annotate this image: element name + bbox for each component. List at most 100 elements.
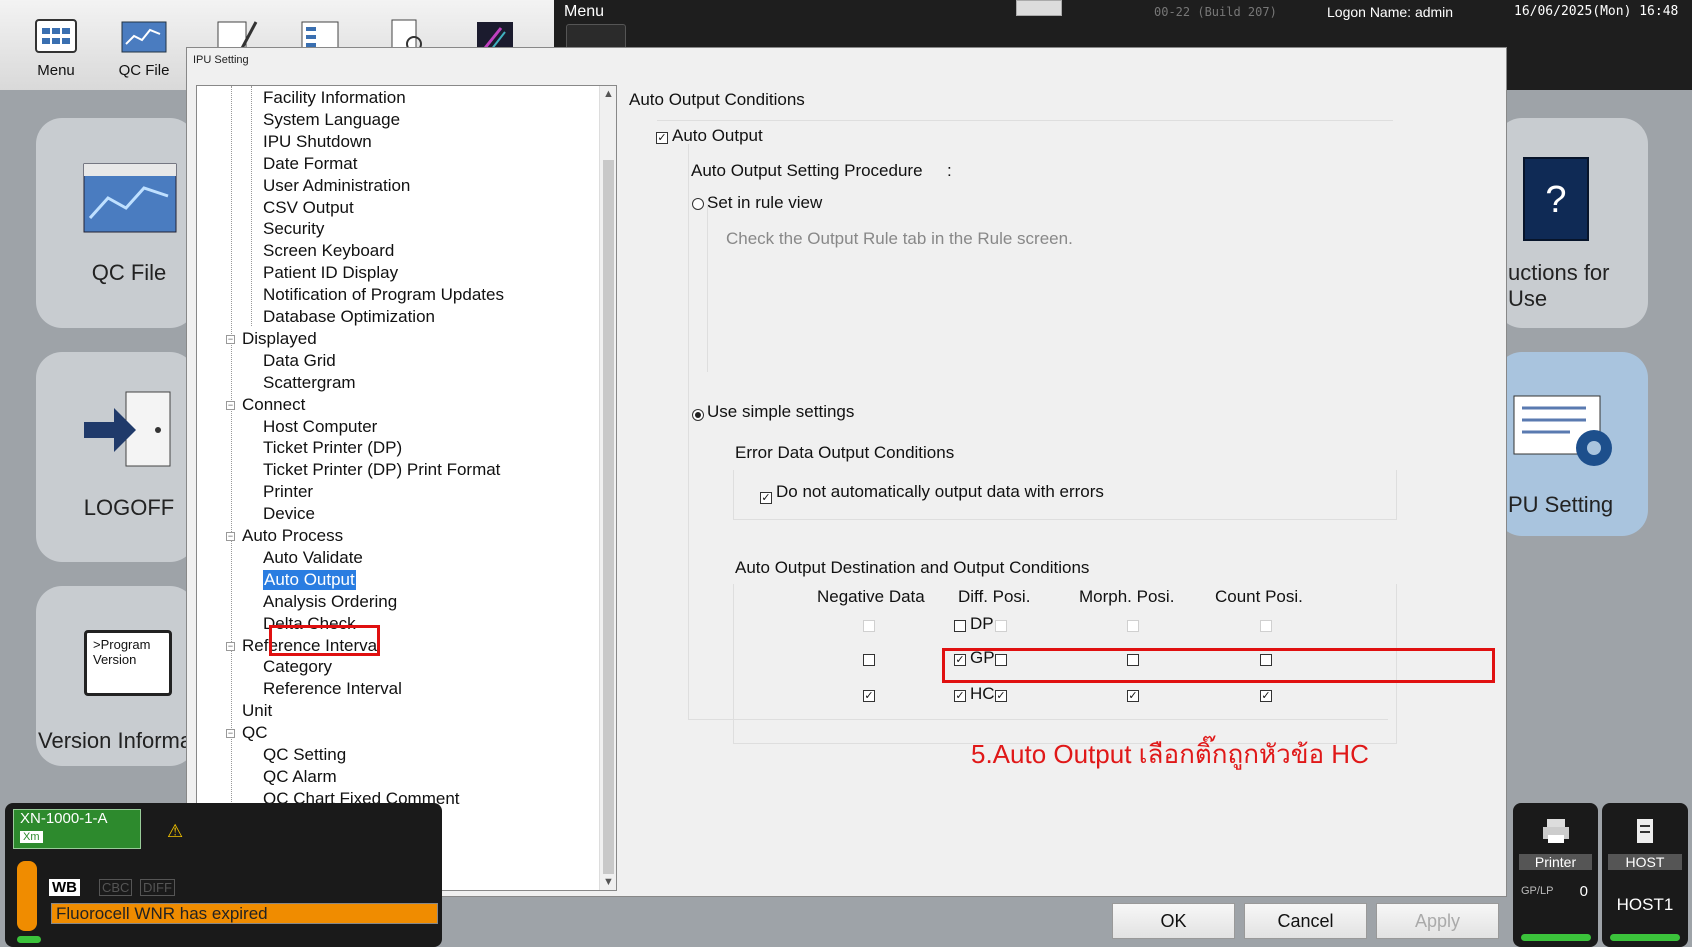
tree-item[interactable]: Data Grid xyxy=(263,351,336,371)
selection-highlight-box xyxy=(269,625,380,656)
auto-output-label: Auto Output xyxy=(672,126,763,145)
tree-item[interactable]: Category xyxy=(263,657,332,677)
tree-item[interactable]: QC Setting xyxy=(263,745,346,765)
rule-view-hint: Check the Output Rule tab in the Rule sc… xyxy=(726,229,1073,248)
wb-mode-badge: WB xyxy=(49,879,80,896)
tree-item[interactable]: Ticket Printer (DP) Print Format xyxy=(263,460,500,480)
no-error-output-checkbox[interactable]: ✓ xyxy=(760,492,772,504)
row-dp-col-0-checkbox[interactable] xyxy=(863,620,875,632)
panel-heading: Auto Output Conditions xyxy=(629,90,805,109)
collapse-icon[interactable]: − xyxy=(226,729,235,739)
qc-file-tile[interactable]: QC File xyxy=(36,118,196,328)
host-label: HOST xyxy=(1608,854,1682,870)
dialog-title: IPU Setting xyxy=(193,54,249,66)
qc-file-button[interactable]: QC File xyxy=(104,8,184,84)
warning-icon[interactable]: ⚠ xyxy=(167,821,183,842)
printer-status[interactable]: Printer GP/LP 0 xyxy=(1513,803,1598,947)
tree-item[interactable]: IPU Shutdown xyxy=(263,132,372,152)
tree-item[interactable]: QC xyxy=(242,723,268,743)
tree-item[interactable]: Scattergram xyxy=(263,373,356,393)
collapse-icon[interactable]: − xyxy=(226,400,235,410)
auto-output-checkbox[interactable]: ✓ xyxy=(656,132,668,144)
tree-item[interactable]: Patient ID Display xyxy=(263,263,398,283)
host-status[interactable]: HOST HOST1 xyxy=(1602,803,1688,947)
row-hc-col-2-checkbox[interactable]: ✓ xyxy=(1127,690,1139,702)
tree-item[interactable]: Auto Validate xyxy=(263,548,363,568)
svg-text:?: ? xyxy=(1545,179,1566,221)
simple-settings-radio[interactable] xyxy=(692,409,704,421)
tree-item[interactable]: Facility Information xyxy=(263,88,406,108)
rule-view-radio[interactable] xyxy=(692,198,704,210)
tree-item[interactable]: Auto Output xyxy=(263,569,356,590)
simple-settings-label: Use simple settings xyxy=(707,402,855,421)
host-server-icon xyxy=(1637,819,1653,843)
tree-item[interactable]: User Administration xyxy=(263,176,410,196)
tree-item[interactable]: Screen Keyboard xyxy=(263,241,394,261)
annotation-text: 5.Auto Output เลือกติ๊กถูกหัวข้อ HC xyxy=(971,739,1369,769)
menu-button[interactable]: Menu xyxy=(16,8,96,84)
row-label: DP xyxy=(970,614,994,633)
ipu-setting-tile[interactable]: PU Setting xyxy=(1496,352,1648,536)
chart-icon xyxy=(120,16,168,56)
tree-item[interactable]: Notification of Program Updates xyxy=(263,285,504,305)
scrollbar-thumb[interactable] xyxy=(603,160,614,874)
row-dp-col-1-checkbox[interactable] xyxy=(995,620,1007,632)
instructions-tile[interactable]: ? uctions for Use xyxy=(1496,118,1648,328)
tree-item[interactable]: Reference Interval xyxy=(263,679,402,699)
row-hc-col-0-checkbox[interactable]: ✓ xyxy=(863,690,875,702)
tree-item[interactable]: Auto Process xyxy=(242,526,343,546)
tree-item[interactable]: CSV Output xyxy=(263,198,354,218)
window-control-icon[interactable] xyxy=(1016,0,1062,16)
analyzer-badge[interactable]: XN-1000-1-A Xm xyxy=(13,809,141,849)
collapse-icon[interactable]: − xyxy=(226,334,235,344)
tree-item[interactable]: Database Optimization xyxy=(263,307,435,327)
col-negative-data: Negative Data xyxy=(817,587,925,606)
collapse-icon[interactable]: − xyxy=(226,641,235,651)
tree-item[interactable]: Connect xyxy=(242,395,305,415)
no-error-output-label: Do not automatically output data with er… xyxy=(776,482,1104,501)
chart-icon xyxy=(83,163,177,233)
tree-item[interactable]: Displayed xyxy=(242,329,317,349)
error-group-label: Error Data Output Conditions xyxy=(735,443,955,462)
row-dp-col-3-checkbox[interactable] xyxy=(1260,620,1272,632)
scroll-down-icon[interactable]: ▼ xyxy=(603,876,614,888)
tree-item[interactable]: Ticket Printer (DP) xyxy=(263,438,402,458)
tree-item[interactable]: Device xyxy=(263,504,315,524)
row-dp-checkbox[interactable] xyxy=(954,620,966,632)
row-gp-col-0-checkbox[interactable] xyxy=(863,654,875,666)
analyzer-sub: Xm xyxy=(20,831,43,843)
analyzer-status-panel[interactable]: XN-1000-1-A Xm ⚠ WB CBC DIFF Fluorocell … xyxy=(5,803,442,947)
tree-item[interactable]: Unit xyxy=(242,701,272,721)
menu-bar-title: Menu xyxy=(564,3,605,20)
version-info-tile[interactable]: >Program Version Version Informa xyxy=(36,586,196,766)
settings-gear-icon xyxy=(1513,395,1612,466)
tree-scrollbar[interactable]: ▲ ▼ xyxy=(599,86,616,890)
row-dp-col-2-checkbox[interactable] xyxy=(1127,620,1139,632)
row-label: HC xyxy=(970,684,995,703)
program-version-icon: >Program Version xyxy=(84,630,172,696)
tree-item[interactable]: Analysis Ordering xyxy=(263,592,397,612)
row-hc-col-3-checkbox[interactable]: ✓ xyxy=(1260,690,1272,702)
auto-output-panel: Auto Output Conditions ✓ Auto Output Aut… xyxy=(629,86,1497,798)
row-hc-col-1-checkbox[interactable]: ✓ xyxy=(995,690,1007,702)
row-hc-checkbox[interactable]: ✓ xyxy=(954,690,966,702)
tree-item[interactable]: Date Format xyxy=(263,154,357,174)
apply-button[interactable]: Apply xyxy=(1376,903,1499,939)
ok-button[interactable]: OK xyxy=(1112,903,1235,939)
settings-tree[interactable]: Facility Information System Language IPU S… xyxy=(196,85,617,891)
logoff-tile[interactable]: LOGOFF xyxy=(36,352,196,562)
collapse-icon[interactable]: − xyxy=(226,532,235,541)
tree-item[interactable]: Host Computer xyxy=(263,417,377,437)
printer-led xyxy=(1521,934,1591,941)
cancel-button[interactable]: Cancel xyxy=(1244,903,1367,939)
tree-item[interactable]: Printer xyxy=(263,482,313,502)
scroll-up-icon[interactable]: ▲ xyxy=(603,88,614,100)
printer-label: Printer xyxy=(1519,854,1592,870)
instructions-tile-label: uctions for Use xyxy=(1508,260,1610,311)
tree-item[interactable]: System Language xyxy=(263,110,400,130)
tree-item[interactable]: Security xyxy=(263,219,324,239)
divider xyxy=(657,120,1393,121)
host-name: HOST1 xyxy=(1616,895,1674,914)
tree-connector-line xyxy=(251,86,252,326)
tree-item[interactable]: QC Alarm xyxy=(263,767,337,787)
